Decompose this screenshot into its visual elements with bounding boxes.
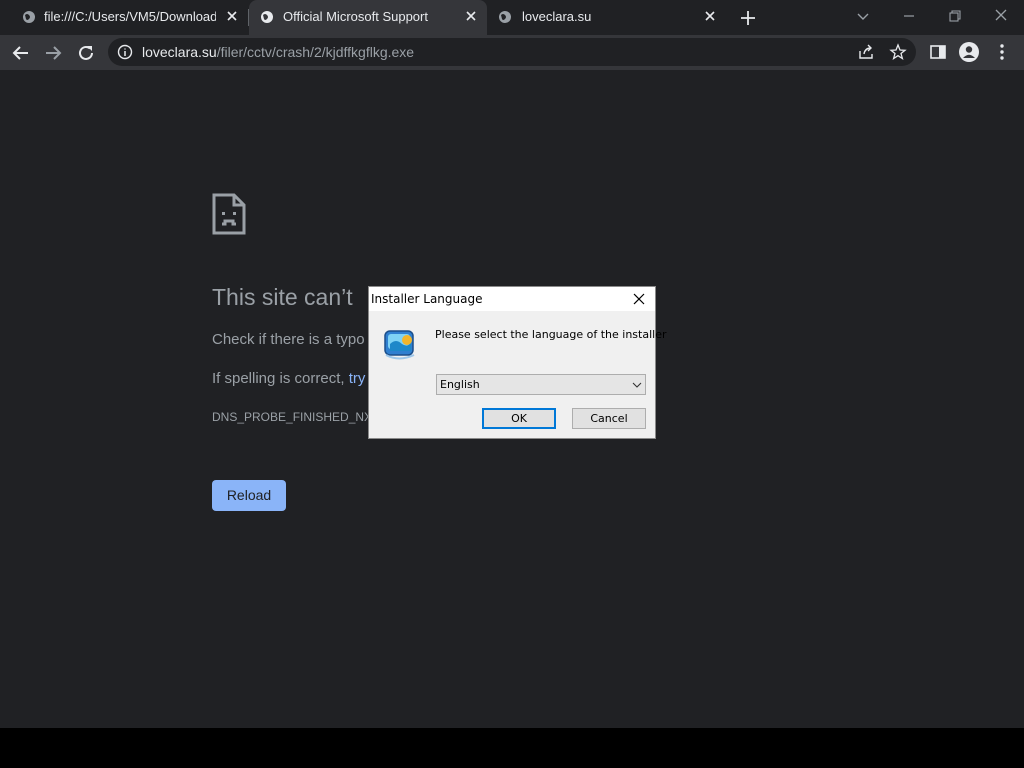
error-code: DNS_PROBE_FINISHED_NXDC	[212, 410, 390, 424]
dialog-message: Please select the language of the instal…	[435, 328, 667, 341]
error-typo-text: Check if there is a typo	[212, 331, 365, 348]
dialog-title: Installer Language	[371, 292, 483, 306]
url-path: /filer/cctv/crash/2/kjdffkgflkg.exe	[216, 44, 415, 60]
close-icon[interactable]	[703, 9, 717, 23]
cancel-button[interactable]: Cancel	[572, 408, 646, 429]
reload-icon[interactable]	[75, 42, 97, 64]
tab-strip: file:///C:/Users/VM5/Downloads/ Official…	[0, 0, 1024, 35]
error-heading: This site can’t	[212, 284, 353, 310]
ok-button[interactable]: OK	[482, 408, 556, 429]
tab-title: file:///C:/Users/VM5/Downloads/	[44, 9, 216, 24]
restore-icon[interactable]	[945, 6, 965, 26]
tab-local-file[interactable]: file:///C:/Users/VM5/Downloads/	[0, 0, 248, 35]
chevron-down-icon	[632, 382, 642, 388]
url-host: loveclara.su	[142, 44, 217, 60]
language-select-value: English	[440, 378, 480, 391]
close-window-icon[interactable]	[991, 6, 1011, 26]
browser-window: file:///C:/Users/VM5/Downloads/ Official…	[0, 0, 1024, 728]
tab-title: loveclara.su	[522, 9, 592, 24]
share-icon[interactable]	[857, 43, 875, 61]
forward-arrow-icon[interactable]	[42, 42, 64, 64]
dialog-title-bar[interactable]: Installer Language	[369, 287, 655, 311]
installer-language-dialog: Installer Language Please select the lan…	[368, 286, 667, 439]
close-icon[interactable]	[631, 291, 647, 307]
star-icon[interactable]	[889, 43, 907, 61]
installer-icon	[384, 330, 415, 360]
sad-page-icon	[212, 193, 246, 235]
globe-icon	[499, 11, 511, 23]
minimize-icon[interactable]	[899, 6, 919, 26]
globe-icon	[23, 11, 35, 23]
taskbar	[0, 728, 1024, 768]
menu-kebab-icon[interactable]	[997, 42, 1007, 62]
diagnostics-link[interactable]: try	[349, 370, 366, 387]
close-icon[interactable]	[464, 9, 478, 23]
side-panel-icon[interactable]	[929, 43, 947, 61]
info-icon[interactable]	[117, 44, 133, 60]
url-text: loveclara.su/filer/cctv/crash/2/kjdffkgf…	[142, 44, 414, 60]
close-icon[interactable]	[225, 9, 239, 23]
error-suggestion-text: If spelling is correct, try	[212, 370, 365, 387]
reload-button[interactable]: Reload	[212, 480, 286, 511]
tab-title: Official Microsoft Support	[283, 9, 428, 24]
back-arrow-icon[interactable]	[10, 42, 32, 64]
new-tab-icon[interactable]	[738, 8, 758, 28]
suggestion-prefix: If spelling is correct,	[212, 370, 345, 387]
profile-avatar-icon[interactable]	[958, 41, 980, 63]
tab-search-icon[interactable]	[853, 6, 873, 26]
tab-microsoft-support[interactable]: Official Microsoft Support	[249, 0, 487, 35]
language-select[interactable]: English	[436, 374, 646, 395]
globe-icon	[261, 11, 273, 23]
tab-loveclara[interactable]: loveclara.su	[487, 0, 727, 35]
